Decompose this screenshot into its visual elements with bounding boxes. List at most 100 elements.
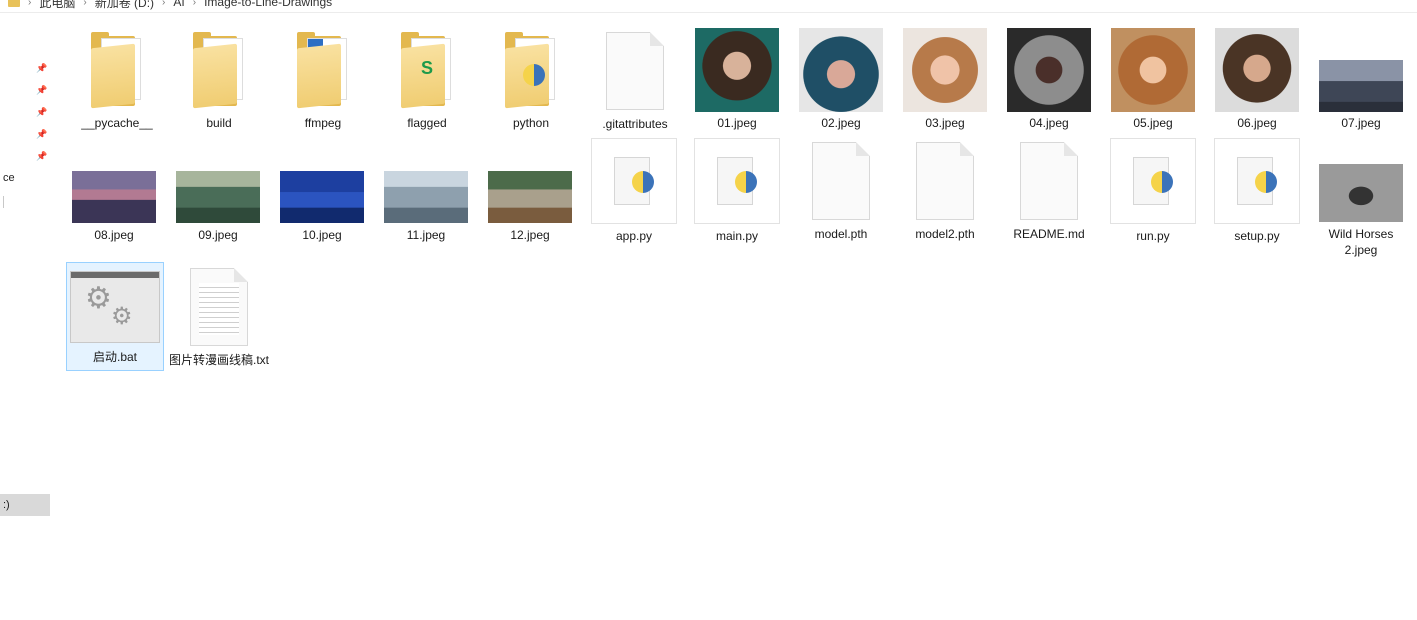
image-thumbnail bbox=[488, 171, 572, 223]
batch-file-icon: ⚙ ⚙ bbox=[70, 271, 160, 343]
file-name: build bbox=[206, 116, 232, 130]
file-item[interactable]: Wild Horses 2.jpeg bbox=[1311, 138, 1411, 258]
file-name: 07.jpeg bbox=[1341, 116, 1381, 130]
file-item[interactable]: 02.jpeg bbox=[791, 28, 891, 131]
folder-icon bbox=[293, 28, 353, 109]
file-item[interactable]: build bbox=[169, 28, 269, 131]
nav-item-selected[interactable]: :) bbox=[0, 494, 50, 516]
document-icon bbox=[606, 32, 664, 110]
image-thumbnail bbox=[384, 171, 468, 223]
breadcrumb-item[interactable]: AI bbox=[173, 0, 184, 9]
chevron-right-icon: › bbox=[83, 0, 87, 8]
file-item[interactable]: 07.jpeg bbox=[1311, 28, 1411, 131]
file-item[interactable]: 08.jpeg bbox=[64, 138, 164, 243]
python-file-icon bbox=[694, 138, 780, 224]
image-thumbnail bbox=[799, 28, 883, 112]
python-file-icon bbox=[1214, 138, 1300, 224]
file-name: 12.jpeg bbox=[510, 228, 550, 242]
file-item[interactable]: setup.py bbox=[1207, 138, 1307, 244]
file-item[interactable]: __pycache__ bbox=[67, 28, 167, 131]
nav-item-label[interactable]: ce bbox=[3, 172, 15, 184]
file-item[interactable]: model2.pth bbox=[895, 138, 995, 242]
divider bbox=[3, 196, 4, 208]
file-name: setup.py bbox=[1234, 229, 1280, 243]
file-item[interactable]: README.md bbox=[999, 138, 1099, 242]
file-item[interactable]: main.py bbox=[687, 138, 787, 244]
pin-icon[interactable]: 📌 bbox=[36, 107, 47, 117]
file-item[interactable]: S flagged bbox=[377, 28, 477, 131]
breadcrumb-item[interactable]: 新加卷 (D:) bbox=[95, 0, 154, 11]
folder-icon bbox=[8, 0, 20, 7]
image-thumbnail bbox=[1111, 28, 1195, 112]
file-item[interactable]: 01.jpeg bbox=[687, 28, 787, 131]
breadcrumb-item[interactable]: Image-to-Line-Drawings bbox=[204, 0, 332, 9]
file-item[interactable]: app.py bbox=[584, 138, 684, 244]
file-name: __pycache__ bbox=[81, 116, 153, 130]
spreadsheet-icon: S bbox=[421, 58, 434, 78]
file-name: main.py bbox=[715, 229, 759, 243]
file-name: 02.jpeg bbox=[821, 116, 861, 130]
file-item[interactable]: run.py bbox=[1103, 138, 1203, 244]
file-item[interactable]: model.pth bbox=[791, 138, 891, 242]
pin-icon[interactable]: 📌 bbox=[36, 129, 47, 139]
image-thumbnail bbox=[695, 28, 779, 112]
file-item[interactable]: python bbox=[481, 28, 581, 131]
file-item[interactable]: 04.jpeg bbox=[999, 28, 1099, 131]
file-name: 04.jpeg bbox=[1029, 116, 1069, 130]
image-thumbnail bbox=[72, 171, 156, 223]
file-item[interactable]: 06.jpeg bbox=[1207, 28, 1307, 131]
document-icon bbox=[812, 142, 870, 220]
image-thumbnail bbox=[1319, 164, 1403, 222]
file-name: flagged bbox=[407, 116, 447, 130]
file-name: ffmpeg bbox=[304, 116, 342, 130]
file-name: model.pth bbox=[814, 227, 868, 241]
file-item[interactable]: 图片转漫画线稿.txt bbox=[169, 262, 269, 368]
folder-icon bbox=[189, 28, 249, 109]
chevron-right-icon: › bbox=[28, 0, 32, 8]
file-name: 08.jpeg bbox=[94, 228, 134, 242]
pin-icon[interactable]: 📌 bbox=[36, 151, 47, 161]
file-name: 06.jpeg bbox=[1237, 116, 1277, 130]
navigation-pane: 📌 📌 📌 📌 📌 bbox=[0, 12, 55, 620]
document-icon bbox=[916, 142, 974, 220]
gear-icon: ⚙ bbox=[85, 282, 112, 315]
file-item[interactable]: .gitattributes bbox=[585, 28, 685, 132]
image-thumbnail bbox=[1319, 60, 1403, 112]
file-item[interactable]: 11.jpeg bbox=[376, 138, 476, 243]
document-icon bbox=[1020, 142, 1078, 220]
pin-icon[interactable]: 📌 bbox=[36, 85, 47, 95]
folder-icon: S bbox=[397, 28, 457, 109]
pin-icon[interactable]: 📌 bbox=[36, 63, 47, 73]
file-name: README.md bbox=[1013, 227, 1085, 241]
file-name: 09.jpeg bbox=[198, 228, 238, 242]
file-name: .gitattributes bbox=[602, 117, 668, 131]
file-name: 启动.bat bbox=[92, 350, 138, 364]
breadcrumb-item[interactable]: 此电脑 bbox=[39, 0, 75, 11]
file-name: 05.jpeg bbox=[1133, 116, 1173, 130]
file-item[interactable]: 12.jpeg bbox=[480, 138, 580, 243]
image-thumbnail bbox=[176, 171, 260, 223]
python-file-icon bbox=[591, 138, 677, 224]
file-item[interactable]: ffmpeg bbox=[273, 28, 373, 131]
gear-icon: ⚙ bbox=[111, 303, 133, 330]
file-name: model2.pth bbox=[915, 227, 975, 241]
file-name: 03.jpeg bbox=[925, 116, 965, 130]
chevron-right-icon: › bbox=[192, 0, 197, 8]
file-item[interactable]: 10.jpeg bbox=[272, 138, 372, 243]
file-item[interactable]: 05.jpeg bbox=[1103, 28, 1203, 131]
folder-icon bbox=[501, 28, 561, 109]
file-name: 图片转漫画线稿.txt bbox=[169, 353, 270, 367]
file-name: 11.jpeg bbox=[406, 228, 446, 242]
file-name: app.py bbox=[615, 229, 653, 243]
text-file-icon bbox=[190, 268, 248, 346]
file-name: Wild Horses 2.jpeg bbox=[1328, 227, 1394, 257]
file-name: 01.jpeg bbox=[717, 116, 757, 130]
file-name: run.py bbox=[1136, 229, 1170, 243]
file-item-selected[interactable]: ⚙ ⚙ 启动.bat bbox=[66, 262, 164, 371]
image-thumbnail bbox=[1007, 28, 1091, 112]
chevron-right-icon: › bbox=[162, 0, 166, 8]
file-item[interactable]: 03.jpeg bbox=[895, 28, 995, 131]
file-item[interactable]: 09.jpeg bbox=[168, 138, 268, 243]
python-file-icon bbox=[1110, 138, 1196, 224]
folder-icon bbox=[87, 28, 147, 109]
